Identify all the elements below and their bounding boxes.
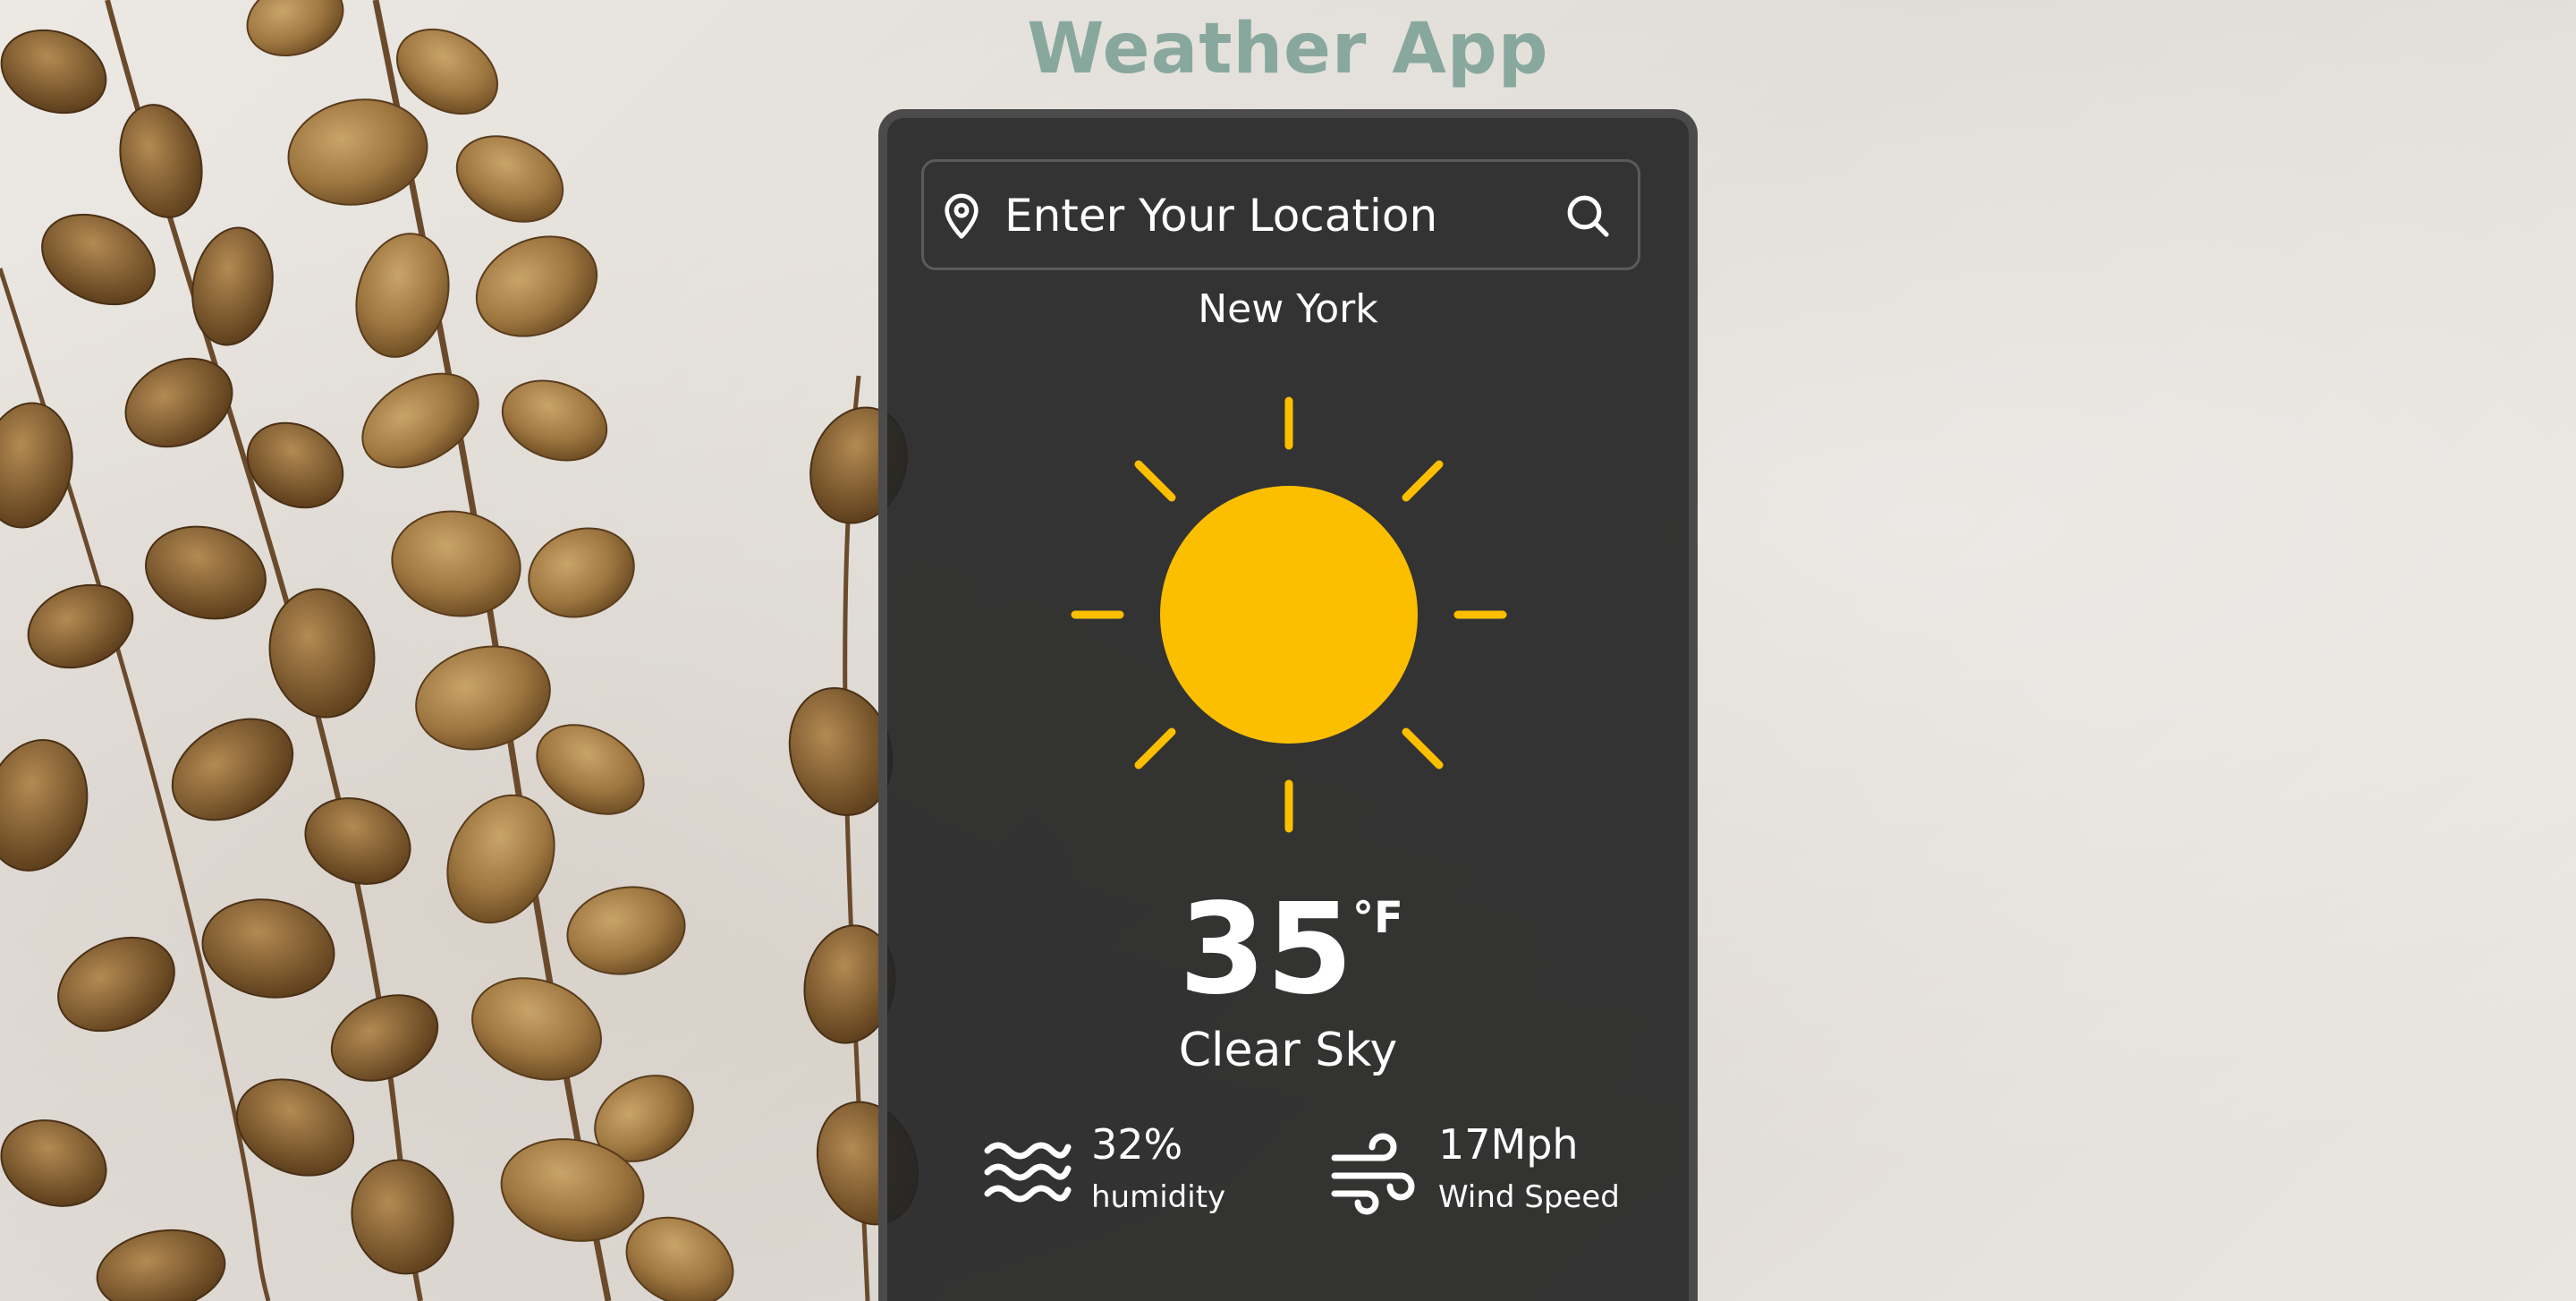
waves-icon	[984, 1142, 1072, 1203]
wind-icon	[1331, 1133, 1415, 1215]
search-icon[interactable]	[1563, 191, 1613, 241]
weather-card: New York 35 °F Clear Sky 32% humidity	[878, 109, 1698, 1301]
temperature-value: 35	[1179, 877, 1353, 1023]
humidity-label: humidity	[1091, 1179, 1226, 1215]
sun-icon	[1071, 396, 1507, 833]
location-pin-icon	[945, 193, 979, 239]
wind-speed-value: 17Mph	[1438, 1120, 1579, 1169]
app-title: Weather App	[1027, 9, 1549, 89]
temperature-unit: °F	[1352, 893, 1403, 943]
eucalyptus-leaves-decoration	[0, 0, 919, 1301]
weather-description: Clear Sky	[1178, 1024, 1398, 1077]
humidity-value: 32%	[1091, 1120, 1183, 1169]
search-box[interactable]	[921, 159, 1640, 270]
wind-speed-label: Wind Speed	[1438, 1179, 1620, 1215]
city-name: New York	[1198, 286, 1378, 332]
location-search-input[interactable]	[1004, 180, 1541, 251]
